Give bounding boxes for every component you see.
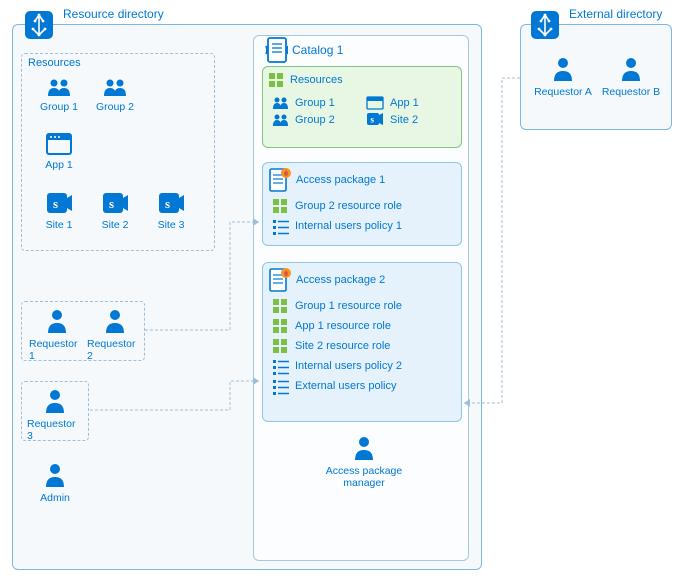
grid-icon: [271, 337, 289, 355]
requestor-1: Requestor 1: [29, 307, 85, 362]
person-icon: [617, 55, 645, 83]
catalog-icon: [264, 36, 288, 64]
resource-site-1: Site 1: [32, 190, 86, 231]
pkg2-role-0: Group 1 resource role: [271, 297, 457, 315]
resource-app-1: App 1: [32, 130, 86, 171]
resources-box: Resources Group 1 Group 2 App 1 Site 1 S…: [21, 53, 215, 251]
access-package-manager: Access package manager: [324, 434, 404, 489]
requestor-a: Requestor A: [533, 55, 593, 98]
package-icon: [267, 167, 291, 193]
resource-site-2: Site 2: [88, 190, 142, 231]
grid-icon: [267, 71, 285, 89]
group-icon: [271, 95, 289, 110]
resource-group-2: Group 2: [88, 76, 142, 113]
resource-group-1: Group 1: [32, 76, 86, 113]
catalog-panel: Catalog 1 Resources Group 1 Group 2: [253, 35, 469, 561]
requestor-b: Requestor B: [601, 55, 661, 98]
resources-label: Resources: [28, 57, 81, 69]
catalog-resource-site2: Site 2: [366, 112, 457, 127]
package-icon: [267, 267, 291, 293]
pkg2-role-2: Site 2 resource role: [271, 337, 457, 355]
aad-icon: [23, 9, 55, 41]
access-package-2-title: Access package 2: [296, 274, 385, 286]
person-icon: [43, 307, 71, 335]
catalog-resource-app1: App 1: [366, 95, 457, 110]
site-icon: [100, 190, 130, 216]
catalog-resources-panel: Resources Group 1 Group 2 App: [262, 66, 462, 148]
resource-directory-title: Resource directory: [63, 7, 164, 21]
requestor-3: Requestor 3: [27, 387, 83, 442]
external-directory-panel: External directory Requestor A Requestor…: [520, 24, 672, 130]
grid-icon: [271, 197, 289, 215]
resource-site-3: Site 3: [144, 190, 198, 231]
access-package-1-title: Access package 1: [296, 174, 385, 186]
access-package-2: Access package 2 Group 1 resource role A…: [262, 262, 462, 422]
catalog-resource-group1: Group 1: [271, 95, 362, 110]
person-icon: [549, 55, 577, 83]
app-icon: [366, 95, 384, 110]
grid-icon: [271, 317, 289, 335]
external-directory-title: External directory: [569, 7, 662, 21]
grid-icon: [271, 297, 289, 315]
catalog-resource-group2: Group 2: [271, 112, 362, 127]
person-icon: [101, 307, 129, 335]
pkg2-role-1: App 1 resource role: [271, 317, 457, 335]
pkg2-policy-1: External users policy: [271, 377, 457, 395]
person-icon: [41, 387, 69, 415]
pkg1-role-0: Group 2 resource role: [271, 197, 457, 215]
site-icon: [156, 190, 186, 216]
group-icon: [101, 76, 129, 98]
pkg1-policy-0: Internal users policy 1: [271, 217, 457, 235]
site-icon: [44, 190, 74, 216]
group-icon: [45, 76, 73, 98]
app-icon: [45, 130, 73, 156]
access-package-1: Access package 1 Group 2 resource role I…: [262, 162, 462, 246]
pkg2-policy-0: Internal users policy 2: [271, 357, 457, 375]
catalog-title: Catalog 1: [292, 43, 343, 57]
site-icon: [366, 112, 384, 127]
aad-icon: [529, 9, 561, 41]
policy-icon: [271, 377, 289, 395]
person-icon: [350, 434, 378, 462]
policy-icon: [271, 217, 289, 235]
requestor-2: Requestor 2: [87, 307, 143, 362]
group-icon: [271, 112, 289, 127]
person-icon: [41, 461, 69, 489]
resource-directory-panel: Resource directory Resources Group 1 Gro…: [12, 24, 482, 570]
admin: Admin: [27, 461, 83, 504]
policy-icon: [271, 357, 289, 375]
catalog-resources-label: Resources: [290, 74, 343, 86]
